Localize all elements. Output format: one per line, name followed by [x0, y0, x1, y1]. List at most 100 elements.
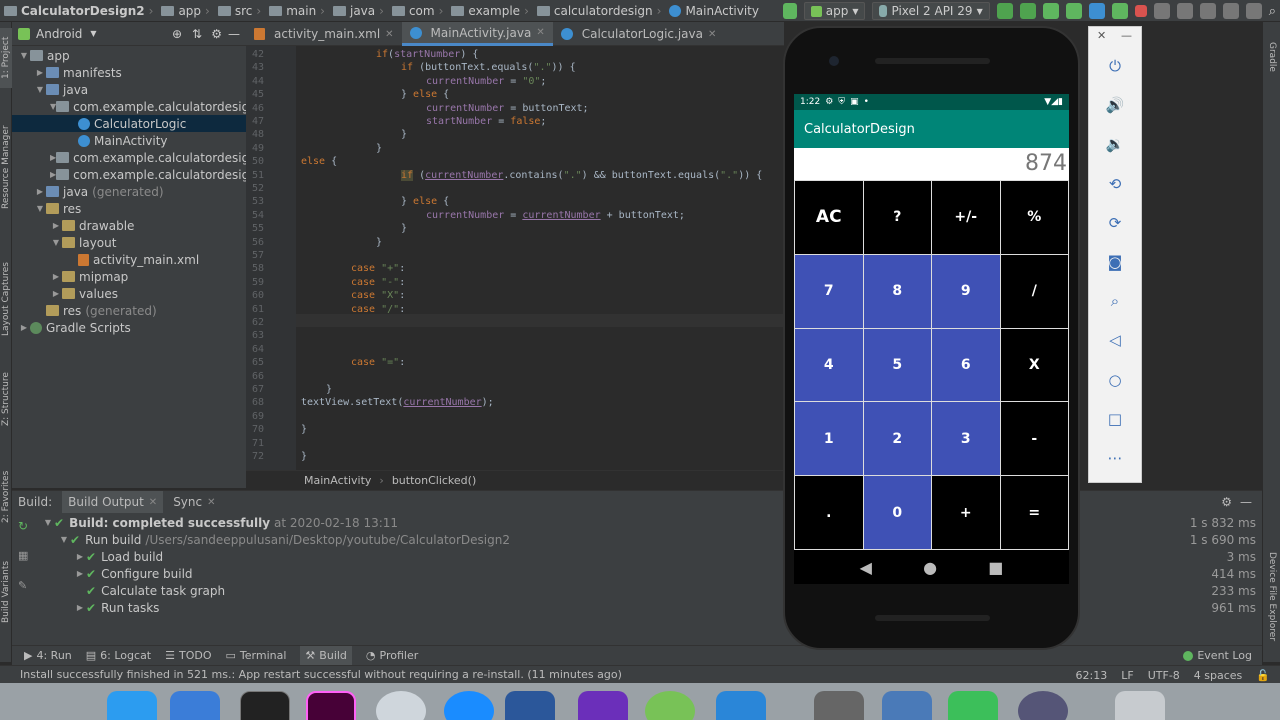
rotate-left-icon[interactable]: ⟲	[1104, 173, 1126, 195]
breadcrumb-item[interactable]: calculatordesign ›	[536, 4, 666, 18]
close-icon[interactable]: ✕	[536, 27, 544, 38]
tab-favorites[interactable]: 2: Favorites	[0, 462, 12, 532]
finder-icon[interactable]	[107, 691, 157, 720]
breadcrumb-item[interactable]: main ›	[269, 4, 329, 18]
calc-key[interactable]: 8	[863, 254, 931, 328]
calc-key[interactable]: .	[795, 476, 863, 549]
hammer-icon[interactable]	[782, 3, 797, 19]
line-separator[interactable]: LF	[1121, 669, 1133, 682]
project-tree-item[interactable]: ▶ drawable	[12, 217, 246, 234]
gear-icon[interactable]: ⚙	[1221, 495, 1232, 509]
chevron-right-icon[interactable]: ▶	[34, 187, 46, 196]
calc-key[interactable]: X	[1000, 328, 1068, 402]
tool-tab[interactable]: ▭ Terminal	[226, 649, 287, 662]
editor-tab[interactable]: MainActivity.java ✕	[401, 22, 553, 46]
debug-icon[interactable]	[1042, 3, 1059, 19]
project-tree-item[interactable]: ▶ com.example.calculatordesign	[12, 166, 257, 183]
breadcrumb-item[interactable]: src ›	[217, 4, 265, 18]
power-icon[interactable]: ⏻	[1104, 55, 1126, 77]
calc-key[interactable]: 9	[932, 254, 1000, 328]
filter-icon[interactable]: ▦	[18, 549, 28, 562]
calc-key[interactable]: +	[932, 476, 1000, 549]
build-tree-item[interactable]: ✔ Calculate task graph	[74, 582, 225, 599]
project-tree-item[interactable]: ▼ java	[12, 81, 246, 98]
tool-tab[interactable]: ⚒ Build	[300, 645, 352, 666]
camera-icon[interactable]: ◙	[1104, 251, 1126, 273]
layout-inspector-icon[interactable]	[1222, 3, 1239, 19]
chevron-right-icon[interactable]: ▶	[50, 289, 62, 298]
chevron-down-icon[interactable]: ▼	[34, 204, 46, 213]
hide-icon[interactable]: —	[1240, 495, 1252, 509]
chevron-right-icon[interactable]: ▶	[74, 603, 86, 612]
build-tree-item[interactable]: ▶ ✔ Configure build	[74, 565, 193, 582]
apply-code-changes-icon[interactable]	[1019, 3, 1036, 19]
vscode-icon[interactable]	[716, 691, 766, 720]
tab-resource-manager[interactable]: Resource Manager	[0, 112, 12, 222]
overview-icon[interactable]: ■	[988, 558, 1003, 577]
terminal-icon[interactable]	[240, 691, 290, 720]
tab-build-output[interactable]: Build Output ✕	[62, 491, 164, 513]
facetime-icon[interactable]	[948, 691, 998, 720]
search-icon[interactable]: ⌕	[1269, 4, 1276, 19]
visual-studio-icon[interactable]	[578, 691, 628, 720]
calc-key[interactable]: %	[1000, 181, 1068, 254]
project-tree-item[interactable]: ▶ manifests	[12, 64, 246, 81]
tool-tab[interactable]: ▤ 6: Logcat	[86, 649, 151, 662]
more-icon[interactable]: ⋯	[1104, 447, 1126, 469]
run-config-select[interactable]: app ▼	[803, 2, 866, 20]
project-tree-item[interactable]: activity_main.xml	[12, 251, 246, 268]
project-tree-item[interactable]: ▼ res	[12, 200, 246, 217]
calc-key[interactable]: 5	[863, 328, 931, 402]
chevron-down-icon[interactable]: ▼	[50, 238, 62, 247]
calc-key[interactable]: =	[1000, 476, 1068, 549]
zoom-icon[interactable]: ⌕	[1104, 290, 1126, 312]
calc-key[interactable]: +/-	[932, 181, 1000, 254]
preview-icon[interactable]	[882, 691, 932, 720]
tool-tab[interactable]: ▶ 4: Run	[24, 649, 72, 662]
chevron-down-icon[interactable]: ▼	[90, 29, 96, 38]
calc-key[interactable]: 2	[863, 402, 931, 476]
android-studio-icon[interactable]	[645, 691, 695, 720]
device-select[interactable]: Pixel 2 API 29 ▼	[872, 2, 990, 20]
xcode-icon[interactable]	[170, 691, 220, 720]
project-tree-item[interactable]: ▶ java (generated)	[12, 183, 246, 200]
build-tree-item[interactable]: ▶ ✔ Load build	[74, 548, 163, 565]
tool-tab[interactable]: ☰ TODO	[165, 649, 211, 662]
calc-key[interactable]: 4	[795, 328, 863, 402]
breadcrumb-item[interactable]: CalculatorDesign2 ›	[4, 4, 157, 18]
adobe-xd-icon[interactable]	[306, 691, 356, 720]
attach-debugger-icon[interactable]	[1088, 3, 1105, 19]
home-icon[interactable]: ●	[923, 558, 937, 577]
system-preferences-icon[interactable]	[814, 691, 864, 720]
lock-icon[interactable]: 🔓	[1256, 669, 1270, 682]
chevron-down-icon[interactable]: ▼	[34, 85, 46, 94]
editor-tab[interactable]: CalculatorLogic.java ✕	[553, 22, 725, 46]
launchpad-icon[interactable]	[376, 691, 426, 720]
breadcrumb-item[interactable]: MainActivity	[669, 4, 759, 18]
overview-icon[interactable]: □	[1104, 408, 1126, 430]
chevron-right-icon[interactable]: ▶	[50, 221, 62, 230]
calc-key[interactable]: 3	[932, 402, 1000, 476]
calc-key[interactable]: ?	[863, 181, 931, 254]
project-tree-item[interactable]: res (generated)	[12, 302, 246, 319]
tab-device-file-explorer[interactable]: Device File Explorer	[1263, 542, 1280, 652]
close-icon[interactable]: ✕	[708, 29, 716, 40]
breadcrumb-method[interactable]: buttonClicked()	[392, 474, 476, 487]
tab-gradle[interactable]: Gradle	[1263, 32, 1280, 82]
collapse-icon[interactable]: ⇅	[192, 27, 202, 41]
breadcrumb-item[interactable]: app ›	[161, 4, 213, 18]
breadcrumb-item[interactable]: com ›	[391, 4, 447, 18]
project-tree-item[interactable]: ▼ com.example.calculatordesign	[12, 98, 257, 115]
calc-key[interactable]: 0	[863, 476, 931, 549]
chevron-right-icon[interactable]: ▶	[74, 569, 86, 578]
project-tree-item[interactable]: MainActivity	[12, 132, 246, 149]
close-icon[interactable]: ✕	[1097, 29, 1106, 42]
chevron-down-icon[interactable]: ▼	[58, 535, 70, 544]
editor-tab[interactable]: activity_main.xml ✕	[246, 22, 402, 46]
trash-icon[interactable]	[1115, 691, 1165, 720]
profile-icon[interactable]	[1065, 3, 1082, 19]
rotate-right-icon[interactable]: ⟳	[1104, 212, 1126, 234]
calc-key[interactable]: 7	[795, 254, 863, 328]
avd-manager-icon[interactable]	[1176, 3, 1193, 19]
status-message[interactable]: Install successfully finished in 521 ms.…	[20, 668, 622, 681]
